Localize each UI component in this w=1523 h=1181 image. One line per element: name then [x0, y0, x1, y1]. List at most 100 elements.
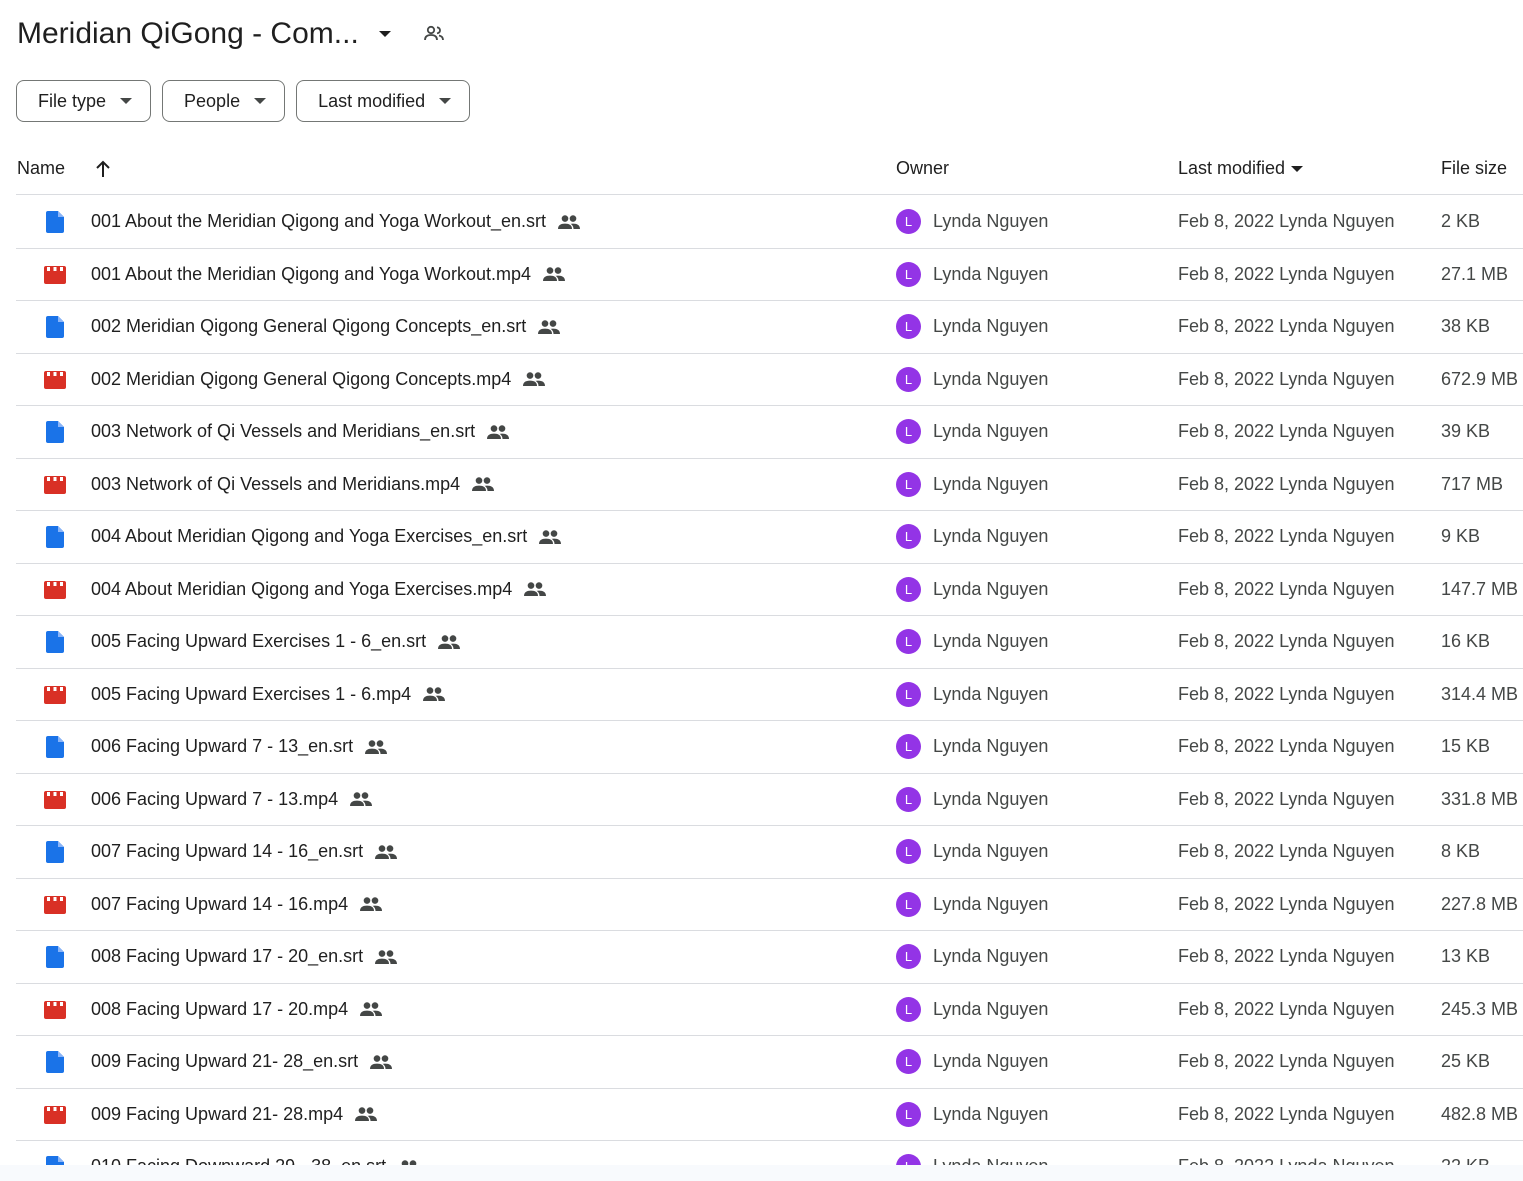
file-row[interactable]: 001 About the Meridian Qigong and Yoga W…: [16, 249, 1523, 301]
file-row[interactable]: 007 Facing Upward 14 - 16_en.srt L Lynda N…: [16, 826, 1523, 879]
avatar: L: [896, 314, 921, 339]
file-name-text: 001 About the Meridian Qigong and Yoga W…: [91, 211, 546, 231]
file-row[interactable]: 008 Facing Upward 17 - 20_en.srt L Lynda N…: [16, 931, 1523, 984]
avatar: L: [896, 996, 921, 1022]
docs-file-icon: [44, 316, 66, 338]
shared-people-icon: [360, 1002, 383, 1016]
owner-cell: L Lynda Nguyen: [896, 944, 1048, 969]
avatar: L: [896, 419, 921, 444]
docs-file-icon: [44, 526, 66, 548]
docs-file-icon: [44, 211, 66, 233]
owner-cell: L Lynda Nguyen: [896, 1154, 1048, 1165]
file-name[interactable]: 010 Facing Downward 29 - 38_en.srt: [91, 1156, 420, 1165]
owner-name: Lynda Nguyen: [933, 1156, 1048, 1165]
file-name[interactable]: 001 About the Meridian Qigong and Yoga W…: [91, 264, 565, 285]
file-name-text: 007 Facing Upward 14 - 16_en.srt: [91, 841, 364, 861]
owner-cell: L Lynda Nguyen: [896, 786, 1048, 812]
filter-people[interactable]: People: [162, 80, 286, 122]
file-name-text: 008 Facing Upward 17 - 20_en.srt: [91, 946, 364, 966]
file-row[interactable]: 009 Facing Upward 21- 28.mp4 L Lynda Nguye…: [16, 1089, 1523, 1141]
video-file-icon: [44, 369, 66, 391]
file-name-text: 001 About the Meridian Qigong and Yoga W…: [91, 263, 531, 284]
owner-name: Lynda Nguyen: [933, 1103, 1049, 1124]
file-size-cell: 482.8 MB: [1441, 1103, 1519, 1124]
shared-people-icon: [538, 319, 561, 334]
last-modified-cell: Feb 8, 2022 Lynda Nguyen: [1178, 211, 1395, 231]
file-name[interactable]: 003 Network of Qi Vessels and Meridians.…: [91, 474, 495, 495]
column-header-last-modified[interactable]: Last modified: [1178, 158, 1304, 179]
avatar: L: [896, 891, 921, 917]
filter-file-type[interactable]: File type: [16, 80, 152, 122]
file-name[interactable]: 005 Facing Upward Exercises 1 - 6_en.srt: [91, 631, 461, 652]
file-row[interactable]: 009 Facing Upward 21- 28_en.srt L Lynda Ng…: [16, 1036, 1523, 1089]
file-name[interactable]: 005 Facing Upward Exercises 1 - 6.mp4: [91, 684, 446, 705]
docs-file-icon: [44, 1156, 66, 1165]
file-row[interactable]: 006 Facing Upward 7 - 13.mp4 L Lynda Nguye…: [16, 774, 1523, 826]
file-row[interactable]: 010 Facing Downward 29 - 38_en.srt L Lynda…: [16, 1141, 1523, 1165]
docs-file-icon: [44, 1051, 66, 1073]
owner-name: Lynda Nguyen: [933, 946, 1049, 966]
file-name[interactable]: 009 Facing Upward 21- 28_en.srt: [91, 1051, 393, 1072]
file-row[interactable]: 002 Meridian Qigong General Qigong Conce…: [16, 301, 1523, 354]
avatar: L: [896, 839, 921, 864]
file-name[interactable]: 001 About the Meridian Qigong and Yoga W…: [91, 211, 580, 232]
owner-cell: L Lynda Nguyen: [896, 209, 1048, 234]
file-row[interactable]: 006 Facing Upward 7 - 13_en.srt L Lynda Ng…: [16, 721, 1523, 774]
file-name-text: 009 Facing Upward 21- 28_en.srt: [91, 1051, 359, 1071]
file-name[interactable]: 002 Meridian Qigong General Qigong Conce…: [91, 369, 546, 390]
video-file-icon: [44, 894, 66, 916]
file-name[interactable]: 003 Network of Qi Vessels and Meridians_…: [91, 421, 510, 442]
file-name[interactable]: 004 About Meridian Qigong and Yoga Exerc…: [91, 526, 562, 547]
column-header-name[interactable]: Name: [17, 158, 111, 179]
file-name[interactable]: 007 Facing Upward 14 - 16_en.srt: [91, 841, 398, 862]
docs-file-icon: [44, 841, 66, 863]
file-name[interactable]: 006 Facing Upward 7 - 13_en.srt: [91, 736, 388, 757]
file-row[interactable]: 003 Network of Qi Vessels and Meridians.…: [16, 459, 1523, 511]
file-size-cell: 15 KB: [1441, 736, 1491, 756]
file-name[interactable]: 002 Meridian Qigong General Qigong Conce…: [91, 316, 561, 337]
file-row[interactable]: 004 About Meridian Qigong and Yoga Exerc…: [16, 564, 1523, 616]
file-size-cell: 16 KB: [1441, 631, 1491, 651]
owner-cell: L Lynda Nguyen: [896, 261, 1049, 287]
filter-chips: File type People Last modified: [16, 80, 471, 122]
docs-file-icon: [44, 736, 66, 758]
file-row[interactable]: 007 Facing Upward 14 - 16.mp4 L Lynda Nguy…: [16, 879, 1523, 931]
last-modified-cell: Feb 8, 2022 Lynda Nguyen: [1178, 526, 1395, 546]
column-name-label: Name: [17, 158, 66, 178]
folder-menu-caret-icon[interactable]: [373, 22, 397, 46]
file-size-cell: 8 KB: [1441, 841, 1481, 861]
column-owner-label: Owner: [896, 158, 950, 178]
file-row[interactable]: 005 Facing Upward Exercises 1 - 6.mp4 L Ly…: [16, 669, 1523, 721]
file-name[interactable]: 008 Facing Upward 17 - 20.mp4: [91, 999, 383, 1020]
owner-name: Lynda Nguyen: [933, 998, 1049, 1019]
owner-cell: L Lynda Nguyen: [896, 629, 1048, 654]
last-modified-cell: Feb 8, 2022 Lynda Nguyen: [1178, 946, 1395, 966]
owner-cell: L Lynda Nguyen: [896, 366, 1048, 392]
folder-title[interactable]: Meridian QiGong - Com...: [17, 17, 359, 51]
file-name[interactable]: 004 About Meridian Qigong and Yoga Exerc…: [91, 579, 547, 600]
owner-cell: L Lynda Nguyen: [896, 891, 1048, 917]
file-row[interactable]: 008 Facing Upward 17 - 20.mp4 L Lynda Nguy…: [16, 984, 1523, 1036]
file-row[interactable]: 004 About Meridian Qigong and Yoga Exerc…: [16, 511, 1523, 564]
file-row[interactable]: 003 Network of Qi Vessels and Meridians_…: [16, 406, 1523, 459]
file-list: 001 About the Meridian Qigong and Yoga W…: [16, 196, 1523, 1165]
file-row[interactable]: 001 About the Meridian Qigong and Yoga W…: [16, 196, 1523, 249]
sort-ascending-arrow-icon[interactable]: [95, 160, 111, 178]
filter-label: Last modified: [318, 90, 426, 111]
owner-cell: L Lynda Nguyen: [896, 839, 1048, 864]
file-size-cell: 38 KB: [1441, 316, 1491, 336]
shared-people-icon: [355, 1107, 378, 1121]
avatar: L: [896, 786, 921, 812]
filter-last-modified[interactable]: Last modified: [296, 80, 471, 122]
avatar: L: [896, 734, 921, 759]
file-name[interactable]: 006 Facing Upward 7 - 13.mp4: [91, 789, 373, 810]
file-name[interactable]: 008 Facing Upward 17 - 20_en.srt: [91, 946, 398, 967]
last-modified-cell: Feb 8, 2022 Lynda Nguyen: [1178, 1051, 1395, 1071]
file-name[interactable]: 009 Facing Upward 21- 28.mp4: [91, 1104, 378, 1125]
owner-name: Lynda Nguyen: [933, 736, 1049, 756]
owner-name: Lynda Nguyen: [933, 263, 1049, 284]
column-modified-label: Last modified: [1178, 158, 1286, 178]
file-row[interactable]: 005 Facing Upward Exercises 1 - 6_en.srt…: [16, 616, 1523, 669]
file-name[interactable]: 007 Facing Upward 14 - 16.mp4: [91, 894, 383, 915]
file-row[interactable]: 002 Meridian Qigong General Qigong Conce…: [16, 354, 1523, 406]
